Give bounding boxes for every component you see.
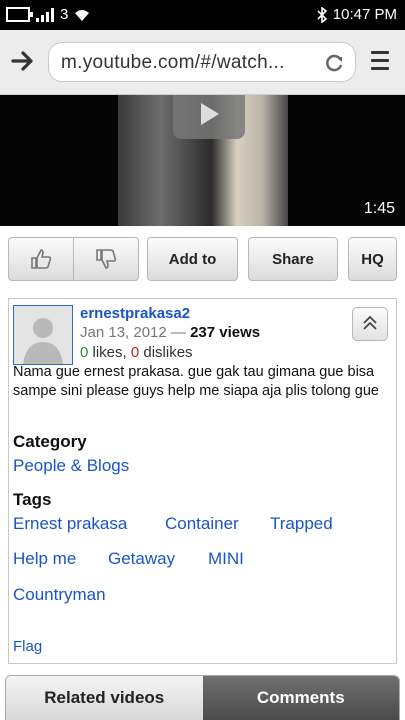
- tags-heading: Tags: [13, 490, 52, 509]
- reload-icon[interactable]: [323, 52, 345, 74]
- channel-username[interactable]: ernestprakasa2: [80, 305, 190, 322]
- video-info-card: ernestprakasa2 Jan 13, 2012 — 237 views …: [8, 298, 397, 664]
- tag-link[interactable]: Help me: [13, 549, 76, 569]
- video-duration: 1:45: [363, 200, 395, 217]
- tag-link[interactable]: Ernest prakasa: [13, 514, 127, 534]
- rating-summary: 0 likes, 0 dislikes: [80, 344, 193, 361]
- battery-icon: [6, 7, 33, 22]
- video-player[interactable]: 1:45: [0, 95, 405, 226]
- avatar[interactable]: [13, 305, 73, 365]
- user-silhouette-icon: [14, 306, 72, 364]
- add-to-button[interactable]: Add to: [147, 237, 238, 281]
- thumbs-up-icon: [31, 249, 52, 269]
- forward-arrow-icon[interactable]: [10, 48, 36, 74]
- category-heading: Category: [13, 432, 87, 451]
- network-badge: 3: [60, 6, 69, 23]
- clock: 10:47 PM: [332, 6, 397, 23]
- tag-link[interactable]: Countryman: [13, 585, 106, 605]
- upload-meta: Jan 13, 2012 — 237 views: [80, 324, 261, 341]
- rating-buttons: [8, 237, 139, 281]
- signal-icon: [36, 7, 54, 22]
- flag-link[interactable]: Flag: [13, 638, 42, 655]
- upload-date: Jan 13, 2012: [80, 324, 167, 341]
- category-link[interactable]: People & Blogs: [13, 456, 129, 476]
- dislike-button[interactable]: [73, 238, 138, 280]
- status-bar: 3 10:47 PM: [0, 0, 405, 30]
- bottom-tabs: Related videos Comments: [5, 675, 400, 720]
- tab-comments[interactable]: Comments: [202, 676, 399, 720]
- browser-toolbar: m.youtube.com/#/watch...: [0, 30, 405, 95]
- like-button[interactable]: [9, 238, 73, 280]
- view-count: 237 views: [190, 324, 261, 341]
- collapse-button[interactable]: [352, 307, 388, 341]
- menu-icon[interactable]: [371, 51, 389, 75]
- wifi-icon: [75, 9, 90, 21]
- tag-link[interactable]: Getaway: [108, 549, 175, 569]
- tab-related-videos[interactable]: Related videos: [6, 676, 203, 720]
- url-text: m.youtube.com/#/watch...: [61, 52, 285, 73]
- share-button[interactable]: Share: [248, 237, 338, 281]
- tag-link[interactable]: Container: [165, 514, 239, 534]
- hq-button[interactable]: HQ: [348, 237, 397, 281]
- tag-link[interactable]: MINI: [208, 549, 244, 569]
- address-bar[interactable]: m.youtube.com/#/watch...: [48, 42, 356, 82]
- thumbs-down-icon: [96, 249, 117, 269]
- play-icon[interactable]: [173, 95, 245, 139]
- video-description: Nama gue ernest prakasa. gue gak tau gim…: [13, 364, 379, 399]
- action-row: Add to Share HQ: [0, 226, 405, 296]
- double-chevron-up-icon: [363, 315, 377, 330]
- tag-link[interactable]: Trapped: [270, 514, 333, 534]
- dislikes-count: 0: [130, 344, 140, 361]
- bluetooth-icon: [317, 6, 327, 23]
